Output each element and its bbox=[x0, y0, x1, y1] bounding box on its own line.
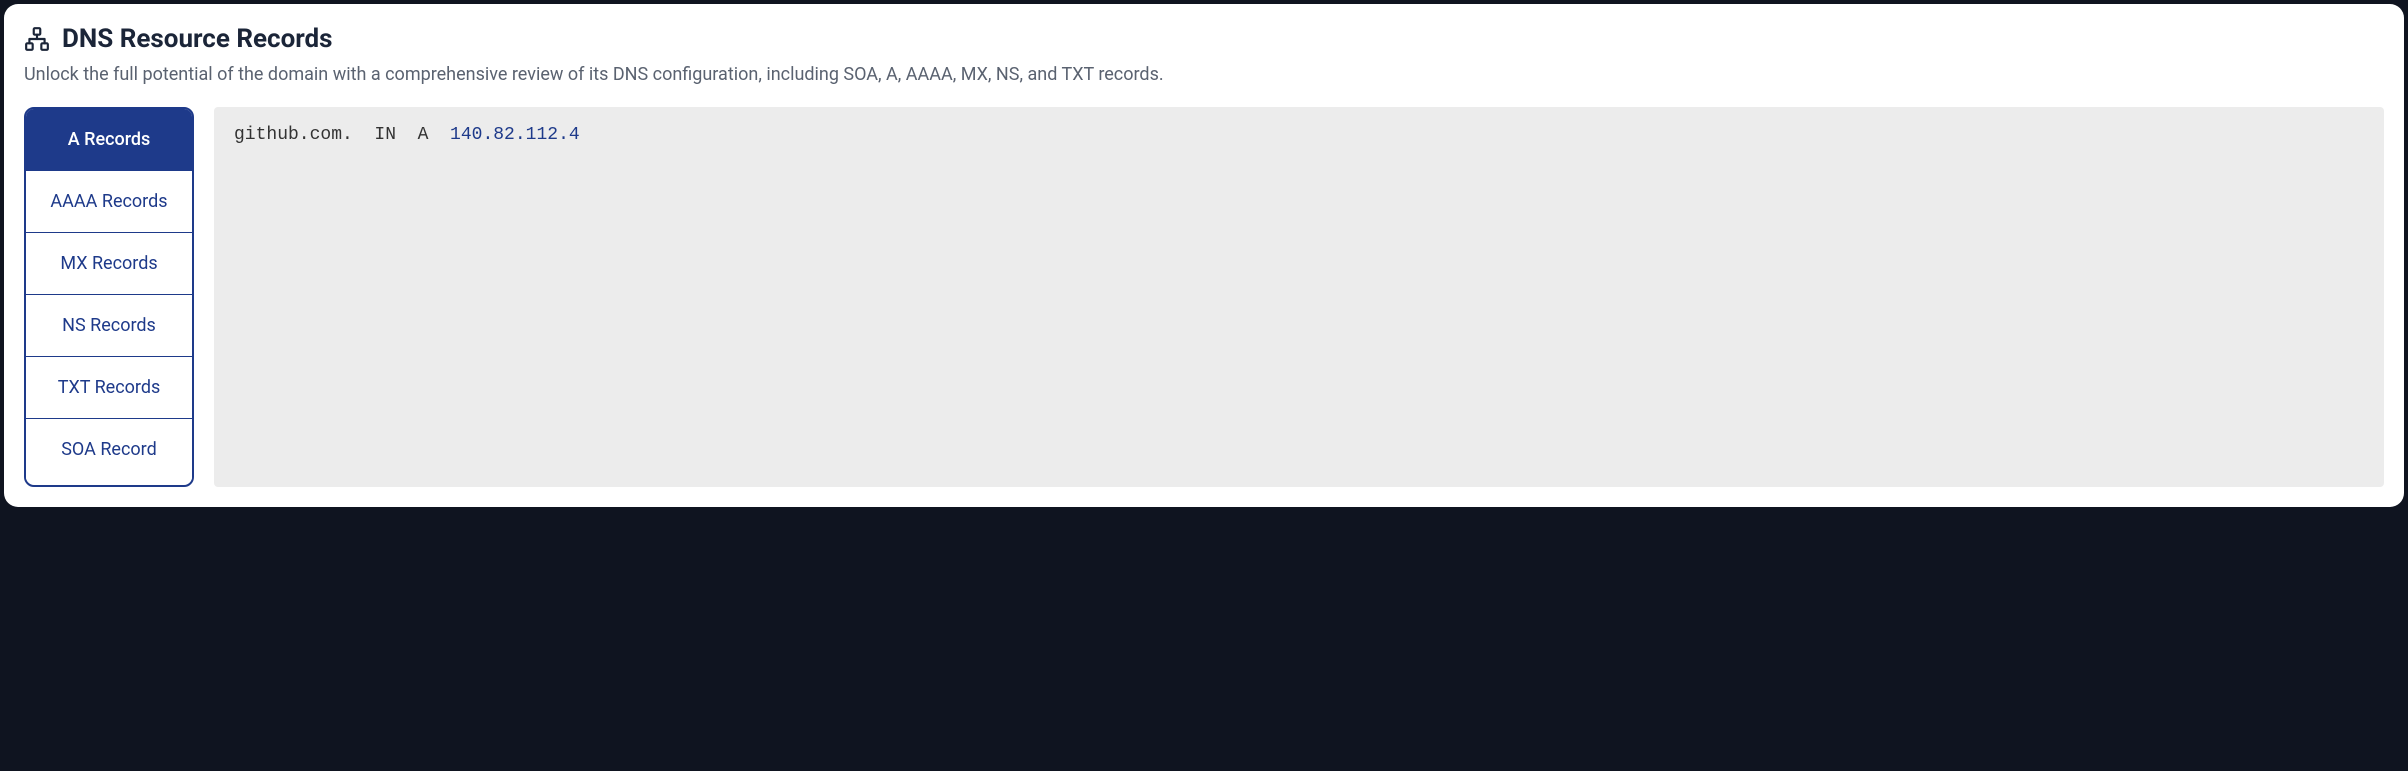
panel-header: DNS Resource Records bbox=[24, 24, 2384, 54]
tab-label: AAAA Records bbox=[50, 191, 167, 212]
content-row: A Records AAAA Records MX Records NS Rec… bbox=[24, 107, 2384, 487]
tab-txt-records[interactable]: TXT Records bbox=[26, 357, 192, 419]
tab-label: SOA Record bbox=[61, 439, 157, 460]
tab-ns-records[interactable]: NS Records bbox=[26, 295, 192, 357]
dns-records-panel: DNS Resource Records Unlock the full pot… bbox=[4, 4, 2404, 507]
tab-aaaa-records[interactable]: AAAA Records bbox=[26, 171, 192, 233]
tab-label: TXT Records bbox=[58, 377, 161, 398]
panel-title: DNS Resource Records bbox=[62, 24, 333, 54]
tab-label: A Records bbox=[68, 129, 151, 150]
sitemap-icon bbox=[24, 26, 50, 52]
tab-a-records[interactable]: A Records bbox=[26, 109, 192, 171]
tab-label: MX Records bbox=[60, 253, 157, 274]
record-prefix: github.com. IN A bbox=[234, 125, 450, 145]
record-output: github.com. IN A 140.82.112.4 bbox=[214, 107, 2384, 487]
tab-soa-record[interactable]: SOA Record bbox=[26, 419, 192, 480]
record-type-tabs: A Records AAAA Records MX Records NS Rec… bbox=[24, 107, 194, 487]
tab-label: NS Records bbox=[62, 315, 156, 336]
tab-mx-records[interactable]: MX Records bbox=[26, 233, 192, 295]
panel-subtitle: Unlock the full potential of the domain … bbox=[24, 64, 2384, 85]
record-value-link[interactable]: 140.82.112.4 bbox=[450, 125, 580, 145]
